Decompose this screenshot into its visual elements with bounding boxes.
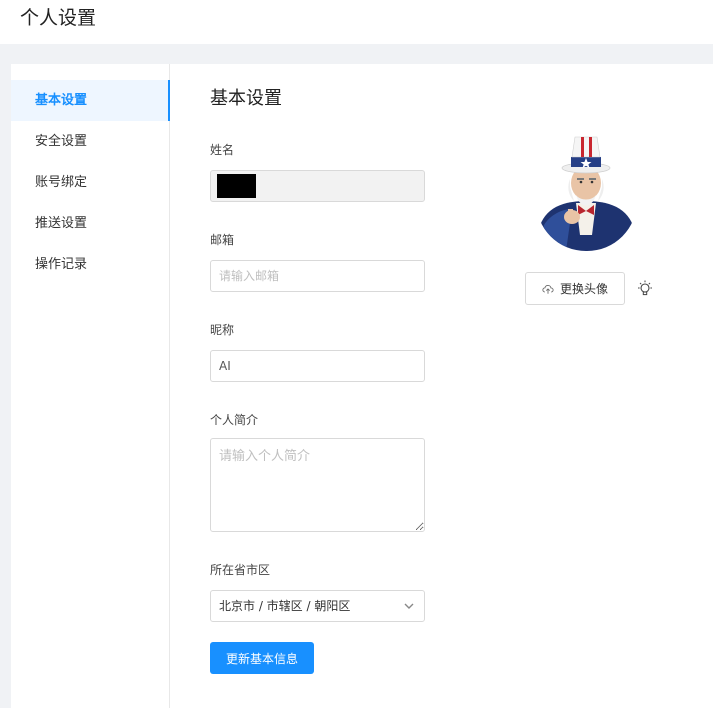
menu-item-basic-settings[interactable]: 基本设置 — [11, 80, 170, 121]
bio-field: 个人简介 — [210, 412, 425, 532]
region-select[interactable]: 北京市 / 市辖区 / 朝阳区 — [210, 590, 425, 622]
region-field: 所在省市区 北京市 / 市辖区 / 朝阳区 — [210, 562, 425, 622]
bio-label: 个人简介 — [210, 413, 259, 427]
nickname-input[interactable] — [210, 350, 425, 382]
email-input[interactable] — [210, 260, 425, 292]
menu-item-operation-log[interactable]: 操作记录 — [11, 244, 169, 285]
nickname-label: 昵称 — [210, 323, 235, 337]
region-label: 所在省市区 — [210, 563, 271, 577]
change-avatar-label: 更换头像 — [559, 282, 608, 296]
menu-item-account-binding[interactable]: 账号绑定 — [11, 162, 169, 203]
name-field: 姓名 — [210, 142, 425, 202]
page-title: 个人设置 — [20, 7, 97, 29]
page-header: 个人设置 — [0, 0, 713, 44]
settings-side-menu: 基本设置 安全设置 账号绑定 推送设置 操作记录 — [11, 64, 170, 708]
menu-item-security-settings[interactable]: 安全设置 — [11, 121, 169, 162]
email-field: 邮箱 — [210, 232, 425, 292]
cloud-upload-icon — [542, 284, 554, 294]
avatar — [536, 135, 637, 251]
email-label: 邮箱 — [210, 233, 235, 247]
bulb-icon[interactable] — [635, 279, 655, 299]
change-avatar-button[interactable]: 更换头像 — [525, 272, 625, 305]
menu-item-push-settings[interactable]: 推送设置 — [11, 203, 169, 244]
region-select-value: 北京市 / 市辖区 / 朝阳区 — [219, 599, 351, 613]
redacted-name-block — [217, 174, 256, 198]
name-label: 姓名 — [210, 143, 235, 157]
update-basic-info-button[interactable]: 更新基本信息 — [210, 642, 314, 674]
avatar-image — [536, 135, 637, 251]
section-title: 基本设置 — [210, 88, 282, 109]
settings-menu-list: 基本设置 安全设置 账号绑定 推送设置 操作记录 — [11, 64, 170, 285]
settings-card: 基本设置 安全设置 账号绑定 推送设置 操作记录 基本设置 姓名 邮箱 昵称 个… — [11, 64, 713, 708]
nickname-field: 昵称 — [210, 322, 425, 382]
bio-textarea[interactable] — [210, 438, 425, 532]
chevron-down-icon — [404, 603, 414, 609]
